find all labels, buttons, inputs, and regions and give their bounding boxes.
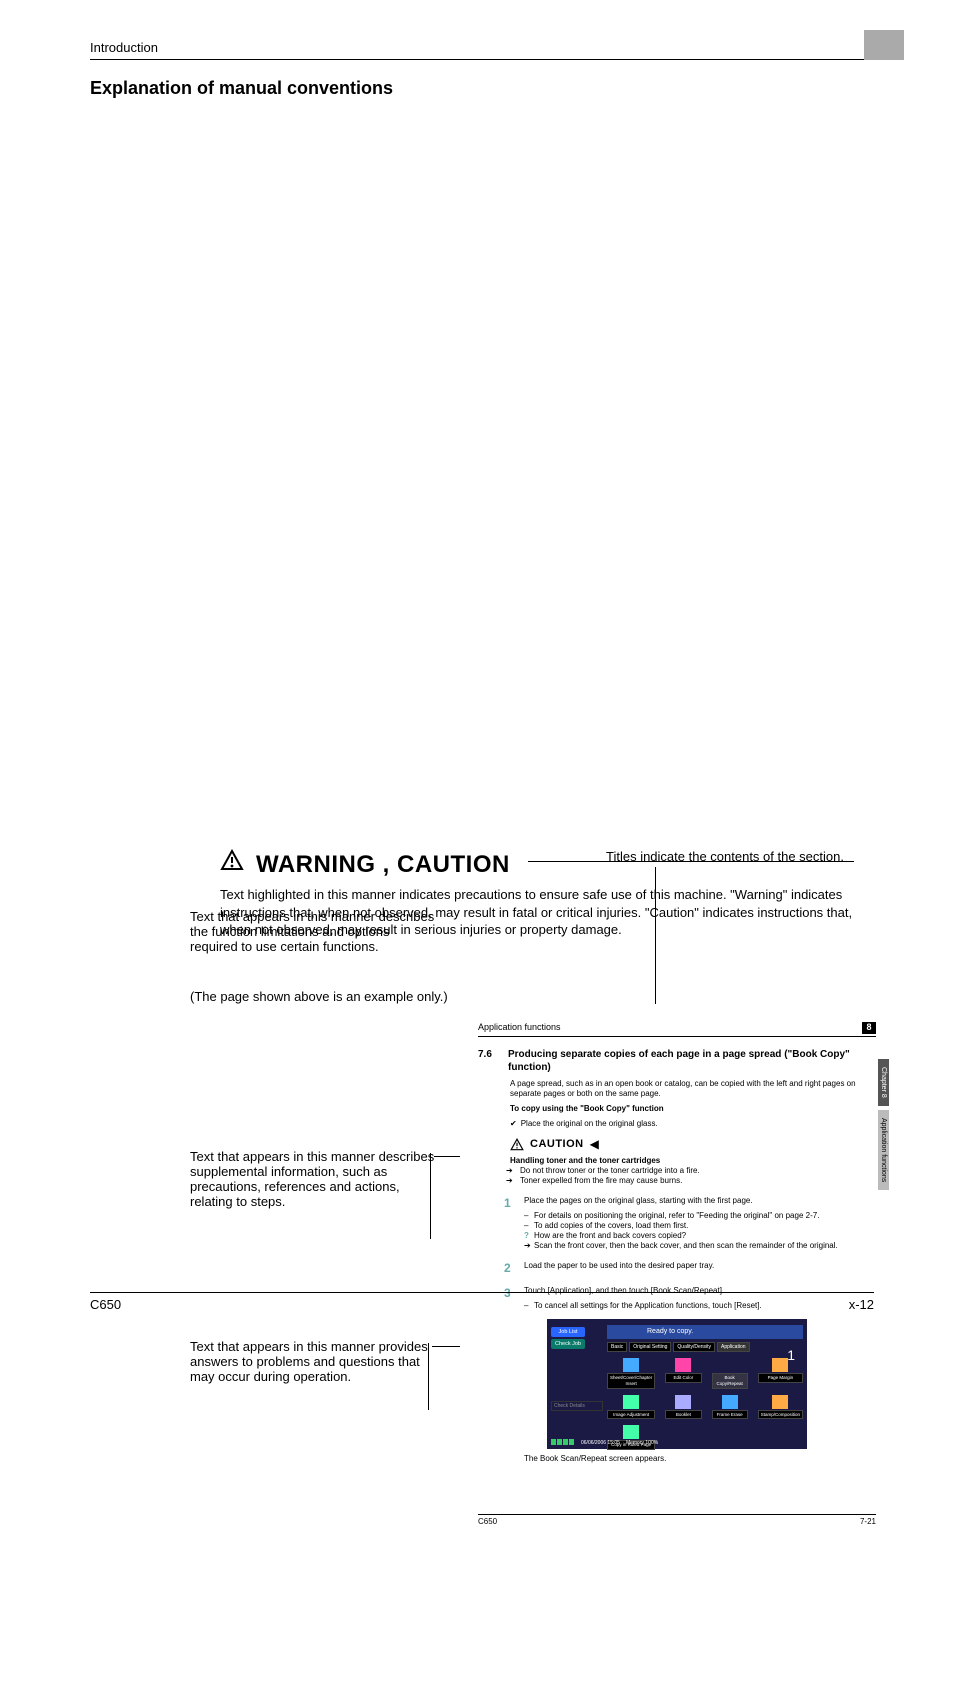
- annotation-limitations: Text that appears in this manner describ…: [190, 909, 440, 954]
- inset-footer-model: C650: [478, 1517, 497, 1527]
- caution-subtitle: Handling toner and the toner cartridges: [510, 1156, 876, 1166]
- panel-tab: Original Setting: [629, 1342, 671, 1352]
- caution-line-2: Toner expelled from the fire may cause b…: [510, 1176, 876, 1186]
- caution-label: CAUTION: [530, 1138, 584, 1152]
- panel-fn-label: Sheet/Cover/Chapter Insert: [607, 1373, 655, 1388]
- panel-tab: Basic: [607, 1342, 627, 1352]
- caution-line-1: Do not throw toner or the toner cartridg…: [510, 1166, 876, 1176]
- annotation-qa: Text that appears in this manner provide…: [190, 1339, 440, 1384]
- page-edge-tab: [864, 30, 904, 60]
- example-note: (The page shown above is an example only…: [190, 989, 874, 1004]
- check-line: Place the original on the original glass…: [510, 1119, 876, 1129]
- section-intro: A page spread, such as in an open book o…: [510, 1079, 876, 1099]
- titles-annotation: Titles indicate the contents of the sect…: [606, 849, 844, 864]
- panel-fn-label: Page Margin: [758, 1373, 803, 1383]
- inset-footer-page: 7-21: [860, 1517, 876, 1527]
- touch-panel-screenshot: Job List Check Job Check Details Ready t…: [547, 1319, 807, 1449]
- section-title: Producing separate copies of each page i…: [508, 1049, 876, 1074]
- panel-status-text: Ready to copy.: [607, 1325, 803, 1339]
- panel-fn-label: Stamp/Composition: [758, 1410, 803, 1420]
- step-number: 1: [504, 1196, 514, 1211]
- panel-fn-label: Book Copy/Repeat: [712, 1373, 748, 1388]
- panel-fn-label: Frame Erase: [712, 1410, 748, 1420]
- panel-tab-active: Application: [717, 1342, 749, 1352]
- step-question: How are the front and back covers copied…: [524, 1231, 876, 1241]
- panel-btn-checkjob: Check Job: [551, 1339, 585, 1349]
- panel-footer-date: 06/06/2006 15:05: [581, 1440, 620, 1446]
- inset-chapter-number: 8: [862, 1022, 876, 1034]
- step-answer: Scan the front cover, then the back cove…: [524, 1241, 876, 1251]
- inset-header-text: Application functions: [478, 1022, 561, 1033]
- panel-tab: Quality/Density: [673, 1342, 715, 1352]
- sample-manual-page: Chapter 8 Application functions Applicat…: [460, 1004, 890, 1684]
- page-title: Explanation of manual conventions: [90, 78, 874, 99]
- warning-icon: [220, 849, 244, 880]
- footer-model: C650: [90, 1297, 121, 1312]
- running-header: Introduction: [90, 40, 874, 60]
- step-text: Place the pages on the original glass, s…: [524, 1196, 753, 1211]
- subprocedure-title: To copy using the "Book Copy" function: [510, 1104, 876, 1114]
- step-note: For details on positioning the original,…: [524, 1211, 876, 1221]
- side-tab-chapter: Chapter 8: [878, 1059, 889, 1106]
- leader-line: [428, 1343, 429, 1410]
- panel-footer-mem: Memory 100%: [626, 1440, 658, 1446]
- panel-label: Check Details: [551, 1401, 603, 1411]
- annotation-supplemental: Text that appears in this manner describ…: [190, 1149, 440, 1209]
- panel-fn-label: Edit Color: [665, 1373, 701, 1383]
- caution-pointer: ◀: [590, 1137, 599, 1152]
- side-tab-section: Application functions: [878, 1110, 889, 1190]
- step-text: Load the paper to be used into the desir…: [524, 1261, 714, 1276]
- after-panel-text: The Book Scan/Repeat screen appears.: [524, 1454, 876, 1464]
- warning-heading: WARNING , CAUTION: [256, 851, 510, 879]
- footer-page-number: x-12: [849, 1297, 874, 1312]
- leader-line: [655, 867, 656, 1007]
- panel-fn-label: Booklet: [665, 1410, 701, 1420]
- leader-line: [430, 1153, 431, 1239]
- side-thumb-tabs: Chapter 8 Application functions: [878, 1059, 896, 1194]
- step-number: 2: [504, 1261, 514, 1276]
- panel-btn-joblist: Job List: [551, 1327, 585, 1337]
- panel-fn-label: Image Adjustment: [607, 1410, 655, 1420]
- caution-icon: [510, 1138, 524, 1152]
- section-number: 7.6: [478, 1049, 498, 1074]
- step-note: To add copies of the covers, load them f…: [524, 1221, 876, 1231]
